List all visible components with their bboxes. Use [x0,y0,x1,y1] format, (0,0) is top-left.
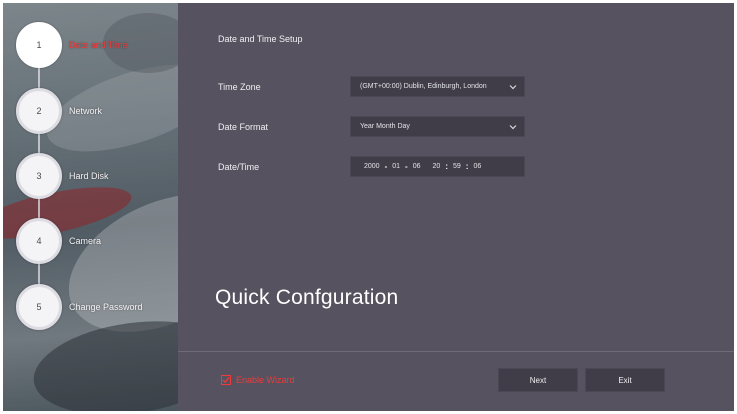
step-number-circle: 1 [16,22,62,68]
date-time-input[interactable]: 2000 - 01 - 06 20 : 59 : 06 [350,156,525,177]
wizard-title: Quick Confguration [215,286,399,309]
enable-wizard-label: Enable Wizard [236,375,295,385]
step-number-circle: 5 [16,284,62,330]
minute-field[interactable]: 59 [453,163,461,170]
year-field[interactable]: 2000 [364,163,380,170]
step-camera[interactable]: 4 Camera [16,218,178,264]
time-separator: : [465,162,469,171]
second-field[interactable]: 06 [473,163,481,170]
date-format-label: Date Format [218,122,269,132]
next-button[interactable]: Next [498,368,578,392]
wizard-steps-sidebar: 1 Date and Time 2 Network 3 Hard Disk 4 … [3,3,178,411]
step-number-circle: 2 [16,88,62,134]
section-title: Date and Time Setup [218,34,303,44]
date-format-select[interactable]: Year Month Day [350,116,525,137]
date-time-label: Date/Time [218,162,260,172]
footer-divider [178,351,734,352]
date-separator: - [384,162,388,171]
step-date-and-time[interactable]: 1 Date and Time [16,22,178,68]
day-field[interactable]: 06 [413,163,421,170]
month-field[interactable]: 01 [392,163,400,170]
step-label: Change Password [69,302,143,312]
time-zone-label: Time Zone [218,82,261,92]
time-zone-value: (GMT+00:00) Dublin, Edinburgh, London [360,83,487,90]
step-network[interactable]: 2 Network [16,88,178,134]
time-zone-select[interactable]: (GMT+00:00) Dublin, Edinburgh, London [350,76,525,97]
step-number-circle: 3 [16,153,62,199]
date-format-value: Year Month Day [360,123,410,130]
step-number-circle: 4 [16,218,62,264]
checkmark-icon [222,377,230,384]
enable-wizard-toggle[interactable]: Enable Wizard [221,375,295,385]
time-separator: : [445,162,448,171]
exit-button[interactable]: Exit [585,368,665,392]
step-label: Date and Time [69,40,128,50]
step-hard-disk[interactable]: 3 Hard Disk [16,153,178,199]
step-label: Camera [69,236,102,246]
date-separator: - [405,162,408,171]
step-change-password[interactable]: 5 Change Password [16,284,178,330]
hour-field[interactable]: 20 [433,163,441,170]
step-label: Hard Disk [69,171,109,181]
main-panel: Date and Time Setup Time Zone (GMT+00:00… [178,3,734,411]
chevron-down-icon [508,82,518,92]
step-label: Network [69,106,103,116]
enable-wizard-checkbox[interactable] [221,375,231,385]
quick-configuration-window: 1 Date and Time 2 Network 3 Hard Disk 4 … [3,3,734,411]
chevron-down-icon [508,122,518,132]
